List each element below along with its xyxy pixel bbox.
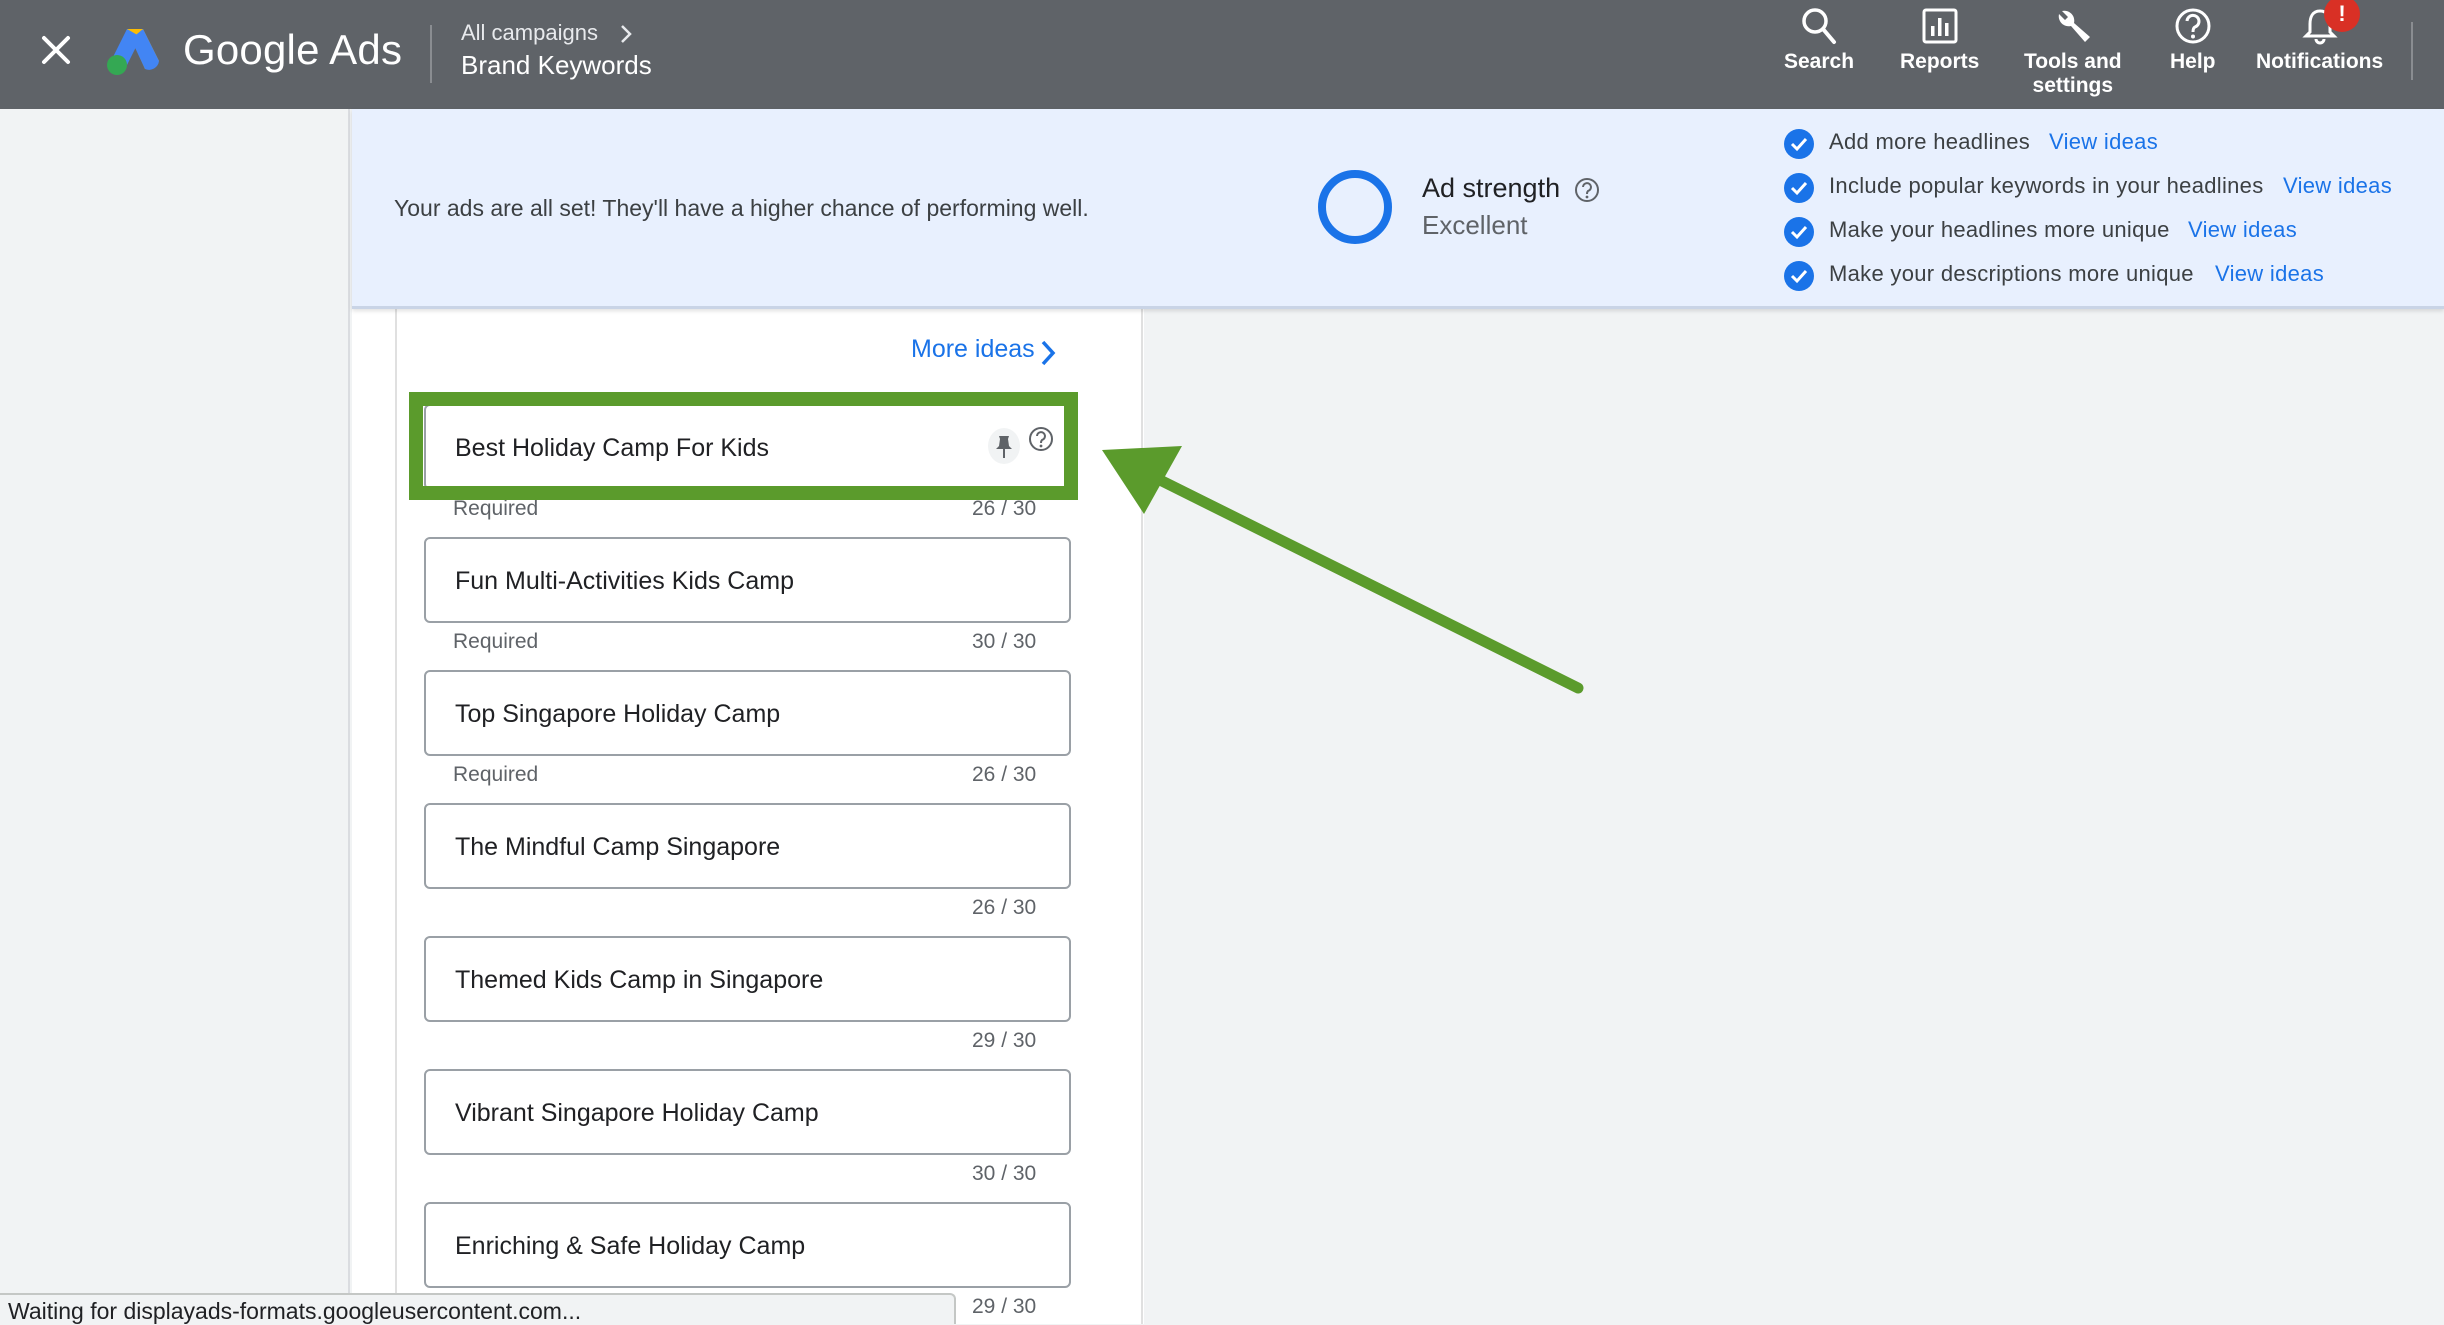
wrench-icon — [2058, 10, 2090, 42]
headline-helper-3: Required — [453, 763, 539, 786]
nav-reports-button[interactable]: Reports — [1900, 6, 1979, 74]
check-circle-icon — [1784, 129, 1814, 159]
headline-input-3[interactable]: Top Singapore Holiday Camp — [424, 670, 1071, 756]
tip-text: Make your headlines more unique — [1829, 217, 2170, 242]
check-circle-icon — [1784, 173, 1814, 203]
headline-input-6[interactable]: Vibrant Singapore Holiday Camp — [424, 1069, 1071, 1155]
headline-helper-2: Required — [453, 630, 539, 653]
reports-icon — [1922, 8, 1958, 44]
nav-tools-button[interactable]: Tools and settings — [2024, 6, 2122, 98]
nav-search-button[interactable]: Search — [1784, 6, 1854, 74]
header-edge-divider — [2411, 22, 2413, 80]
headline-input-2[interactable]: Fun Multi-Activities Kids Camp — [424, 537, 1071, 623]
browser-status-bar: Waiting for displayads-formats.googleuse… — [0, 1293, 956, 1324]
ad-strength-ring-icon — [1318, 170, 1392, 244]
ad-strength-title: Ad strength — [1422, 173, 1561, 203]
headline-input-7[interactable]: Enriching & Safe Holiday Camp — [424, 1202, 1071, 1288]
tip-text: Make your descriptions more unique — [1829, 261, 2194, 286]
tip-text: Add more headlines — [1829, 129, 2031, 154]
chevron-right-icon[interactable] — [1039, 338, 1057, 368]
headline-count-1: 26 / 30 — [972, 497, 1037, 520]
ad-strength-value: Excellent — [1422, 210, 1528, 240]
headline-input-5[interactable]: Themed Kids Camp in Singapore — [424, 936, 1071, 1022]
headline-input-value: Enriching & Safe Holiday Camp — [455, 1232, 806, 1260]
close-icon[interactable] — [36, 30, 76, 70]
headline-count-7: 29 / 30 — [972, 1295, 1037, 1318]
view-ideas-link[interactable]: View ideas — [2215, 261, 2324, 287]
check-circle-icon — [1784, 261, 1814, 291]
headline-input-value: The Mindful Camp Singapore — [455, 833, 781, 861]
annotation-arrow-icon — [1102, 446, 1584, 694]
nav-search-label: Search — [1784, 50, 1855, 73]
breadcrumb-current[interactable]: Brand Keywords — [461, 50, 652, 81]
headline-input-value: Themed Kids Camp in Singapore — [455, 966, 824, 994]
headline-count-3: 26 / 30 — [972, 763, 1037, 786]
header-divider — [430, 25, 432, 83]
headline-input-4[interactable]: The Mindful Camp Singapore — [424, 803, 1071, 889]
nav-help-button[interactable]: Help — [2170, 6, 2216, 74]
nav-reports-label: Reports — [1900, 50, 1980, 73]
view-ideas-link[interactable]: View ideas — [2283, 173, 2392, 199]
search-icon — [1802, 8, 1837, 44]
help-icon — [2175, 8, 2211, 44]
check-circle-icon — [1784, 217, 1814, 247]
nav-help-label: Help — [2170, 50, 2216, 73]
ad-strength-help-icon[interactable] — [1574, 177, 1600, 203]
banner-message: Your ads are all set! They'll have a hig… — [394, 195, 1089, 221]
headline-input-value: Top Singapore Holiday Camp — [455, 700, 781, 728]
headline-input-value: Fun Multi-Activities Kids Camp — [455, 567, 794, 595]
view-ideas-link[interactable]: View ideas — [2049, 129, 2158, 155]
headline-count-2: 30 / 30 — [972, 630, 1037, 653]
headline-input-value: Vibrant Singapore Holiday Camp — [455, 1099, 819, 1127]
highlight-box — [409, 392, 1078, 500]
status-text: Waiting for displayads-formats.googleuse… — [8, 1298, 582, 1324]
headline-helper-1: Required — [453, 497, 539, 520]
tip-text: Include popular keywords in your headlin… — [1829, 173, 2264, 198]
chevron-right-icon — [618, 22, 634, 46]
more-ideas-link[interactable]: More ideas — [911, 335, 1035, 364]
view-ideas-link[interactable]: View ideas — [2188, 217, 2297, 243]
brand-name[interactable]: Google Ads — [183, 26, 402, 74]
top-app-bar: Google Ads All campaigns Brand Keywords … — [0, 0, 2444, 109]
nav-tools-label-2: settings — [2032, 74, 2114, 97]
google-ads-logo-icon — [105, 25, 163, 77]
nav-notifications-label: Notifications — [2256, 50, 2384, 73]
headline-count-5: 29 / 30 — [972, 1029, 1037, 1052]
headline-count-4: 26 / 30 — [972, 896, 1037, 919]
headline-count-6: 30 / 30 — [972, 1162, 1037, 1185]
left-panel — [0, 109, 350, 1324]
breadcrumb-parent[interactable]: All campaigns — [461, 20, 598, 46]
nav-tools-label: Tools and — [2024, 50, 2122, 73]
nav-notifications-button[interactable]: Notifications — [2256, 6, 2383, 74]
